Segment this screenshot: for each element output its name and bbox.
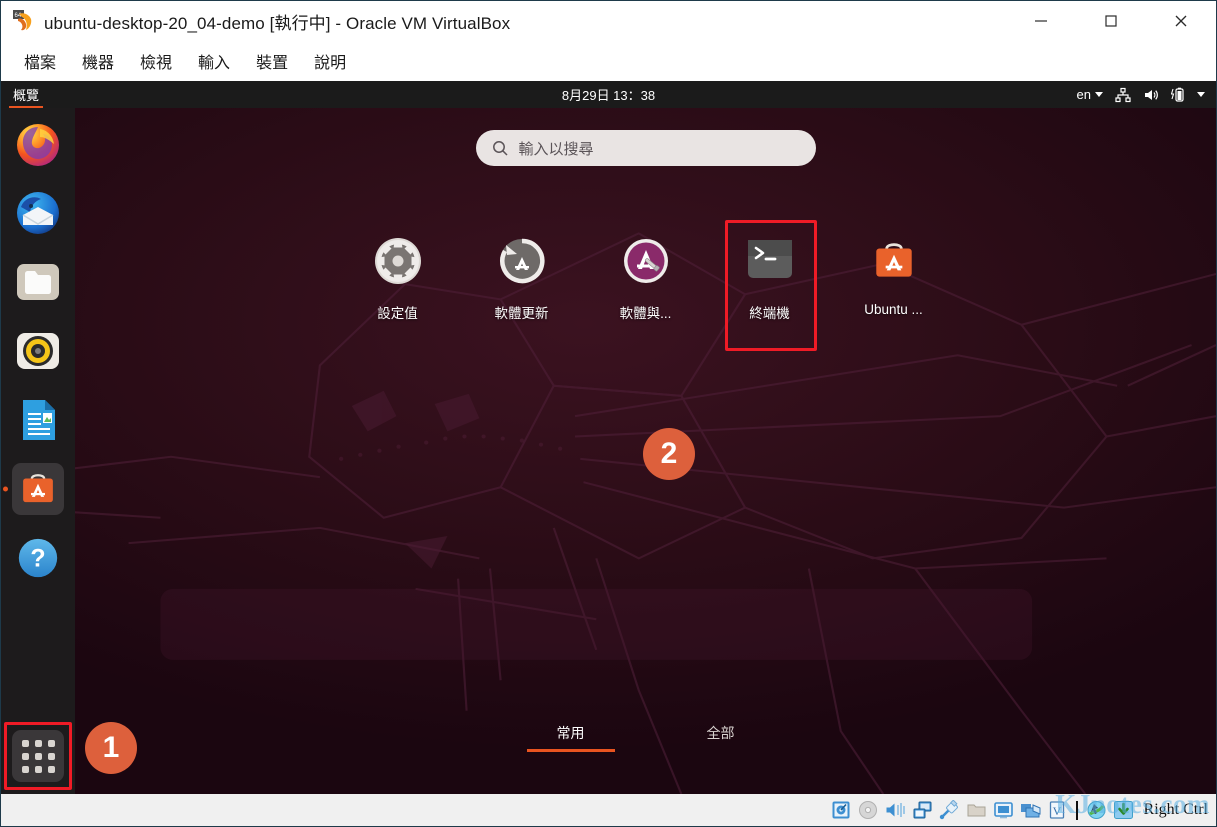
usb-icon[interactable] xyxy=(939,800,960,821)
clock-label: 8月29日 13：38 xyxy=(561,88,656,103)
clock-menu-button[interactable]: 8月29日 13：38 xyxy=(562,81,655,108)
app-label: 設定值 xyxy=(377,306,418,321)
svg-text:V: V xyxy=(1053,804,1062,818)
maximize-button[interactable] xyxy=(1076,1,1146,41)
chevron-down-icon xyxy=(1095,92,1103,97)
dock-item-files[interactable] xyxy=(12,256,64,308)
window-titlebar: 64 ubuntu-desktop-20_04-demo [執行中] - Ora… xyxy=(1,1,1216,41)
optical-disk-icon[interactable] xyxy=(858,800,879,821)
host-key-label: Right Ctrl xyxy=(1143,801,1208,818)
app-terminal[interactable]: 終端機 xyxy=(708,220,832,351)
menu-help[interactable]: 說明 xyxy=(303,45,357,77)
activities-active-indicator xyxy=(9,106,44,108)
settings-gear-icon xyxy=(371,234,425,288)
help-question-icon: ? xyxy=(18,538,58,578)
menubar: 檔案 機器 檢視 輸入 裝置 說明 xyxy=(1,41,1216,81)
dock-item-help[interactable]: ? xyxy=(12,532,64,584)
show-applications-wrapper xyxy=(4,722,72,790)
ubuntu-dock: ? xyxy=(1,108,75,794)
dock-item-firefox[interactable] xyxy=(12,118,64,170)
tab-frequent[interactable]: 常用 xyxy=(526,720,615,752)
app-label: 終端機 xyxy=(749,306,790,321)
step-badge-2: 2 xyxy=(643,428,695,480)
app-software-and-updates[interactable]: 軟體與... xyxy=(584,220,708,334)
vm-session-icon[interactable]: V xyxy=(1047,800,1068,821)
terminal-icon xyxy=(743,234,797,288)
dock-item-ubuntu-software[interactable] xyxy=(12,463,64,515)
battery-icon[interactable] xyxy=(1171,87,1185,103)
ubuntu-software-icon xyxy=(867,234,921,288)
svg-text:?: ? xyxy=(30,545,45,573)
ubuntu-software-icon xyxy=(23,474,53,503)
app-label: 軟體與... xyxy=(619,306,672,321)
app-grid: 設定值 軟體更新 軟體與... 終端機 Ubuntu ... xyxy=(75,220,1216,351)
mouse-integration-icon[interactable] xyxy=(1086,800,1107,821)
network-icon[interactable] xyxy=(1115,87,1131,103)
keyboard-layout-label: en xyxy=(1076,87,1091,102)
app-label: Ubuntu ... xyxy=(864,302,923,317)
tab-all[interactable]: 全部 xyxy=(677,720,765,752)
guest-screen: 概覽 8月29日 13：38 en ? 輸入以搜尋 設定值 軟體更新 軟體與..… xyxy=(1,81,1216,794)
audio-icon[interactable] xyxy=(885,800,906,821)
virtualbox-icon: 64 xyxy=(13,10,35,32)
app-ubuntu-software[interactable]: Ubuntu ... xyxy=(832,220,956,334)
network-adapter-icon[interactable] xyxy=(912,800,933,821)
step-badge-1: 1 xyxy=(85,722,137,774)
keyboard-capture-icon[interactable] xyxy=(1113,800,1134,821)
window-title: ubuntu-desktop-20_04-demo [執行中] - Oracle… xyxy=(44,13,511,33)
activities-label: 概覽 xyxy=(13,88,40,103)
app-grid-icon xyxy=(21,739,55,773)
virtualbox-window: 64 ubuntu-desktop-20_04-demo [執行中] - Ora… xyxy=(0,0,1217,827)
display-icon[interactable] xyxy=(993,800,1014,821)
menu-file[interactable]: 檔案 xyxy=(13,45,67,77)
app-label: 軟體更新 xyxy=(494,306,549,321)
activities-button[interactable]: 概覽 xyxy=(1,81,51,108)
gnome-topbar: 概覽 8月29日 13：38 en xyxy=(1,81,1216,108)
menu-view[interactable]: 檢視 xyxy=(129,45,183,77)
thunderbird-icon xyxy=(17,192,59,234)
software-updater-icon xyxy=(495,234,549,288)
search-input[interactable]: 輸入以搜尋 xyxy=(475,130,816,166)
system-indicators: en xyxy=(1077,81,1216,108)
virtualbox-statusbar: V Right Ctrl KJnotes.com xyxy=(1,789,1216,826)
statusbar-divider xyxy=(1075,800,1078,820)
volume-icon[interactable] xyxy=(1143,87,1159,103)
dock-item-libreoffice-writer[interactable] xyxy=(12,394,64,446)
menu-machine[interactable]: 機器 xyxy=(71,45,125,77)
dock-item-rhythmbox[interactable] xyxy=(12,325,64,377)
software-and-updates-icon xyxy=(619,234,673,288)
dock-item-thunderbird[interactable] xyxy=(12,187,64,239)
files-folder-icon xyxy=(17,264,59,300)
libreoffice-writer-icon xyxy=(23,400,55,440)
app-software-updater[interactable]: 軟體更新 xyxy=(460,220,584,334)
show-applications-button[interactable] xyxy=(12,730,64,782)
minimize-button[interactable] xyxy=(1006,1,1076,41)
menu-input[interactable]: 輸入 xyxy=(187,45,241,77)
close-button[interactable] xyxy=(1146,1,1216,41)
search-icon xyxy=(492,140,508,156)
keyboard-layout-indicator[interactable]: en xyxy=(1077,87,1103,102)
search-placeholder: 輸入以搜尋 xyxy=(518,140,594,158)
system-menu-chevron-down-icon[interactable] xyxy=(1197,92,1205,97)
firefox-icon xyxy=(17,124,59,166)
app-settings[interactable]: 設定值 xyxy=(336,220,460,334)
shared-folder-icon[interactable] xyxy=(966,800,987,821)
hard-disk-icon[interactable] xyxy=(831,800,852,821)
window-controls xyxy=(1006,1,1216,41)
menu-devices[interactable]: 裝置 xyxy=(245,45,299,77)
view-switcher: 常用 全部 xyxy=(75,720,1216,752)
rhythmbox-icon xyxy=(17,333,59,369)
recording-icon[interactable] xyxy=(1020,800,1041,821)
